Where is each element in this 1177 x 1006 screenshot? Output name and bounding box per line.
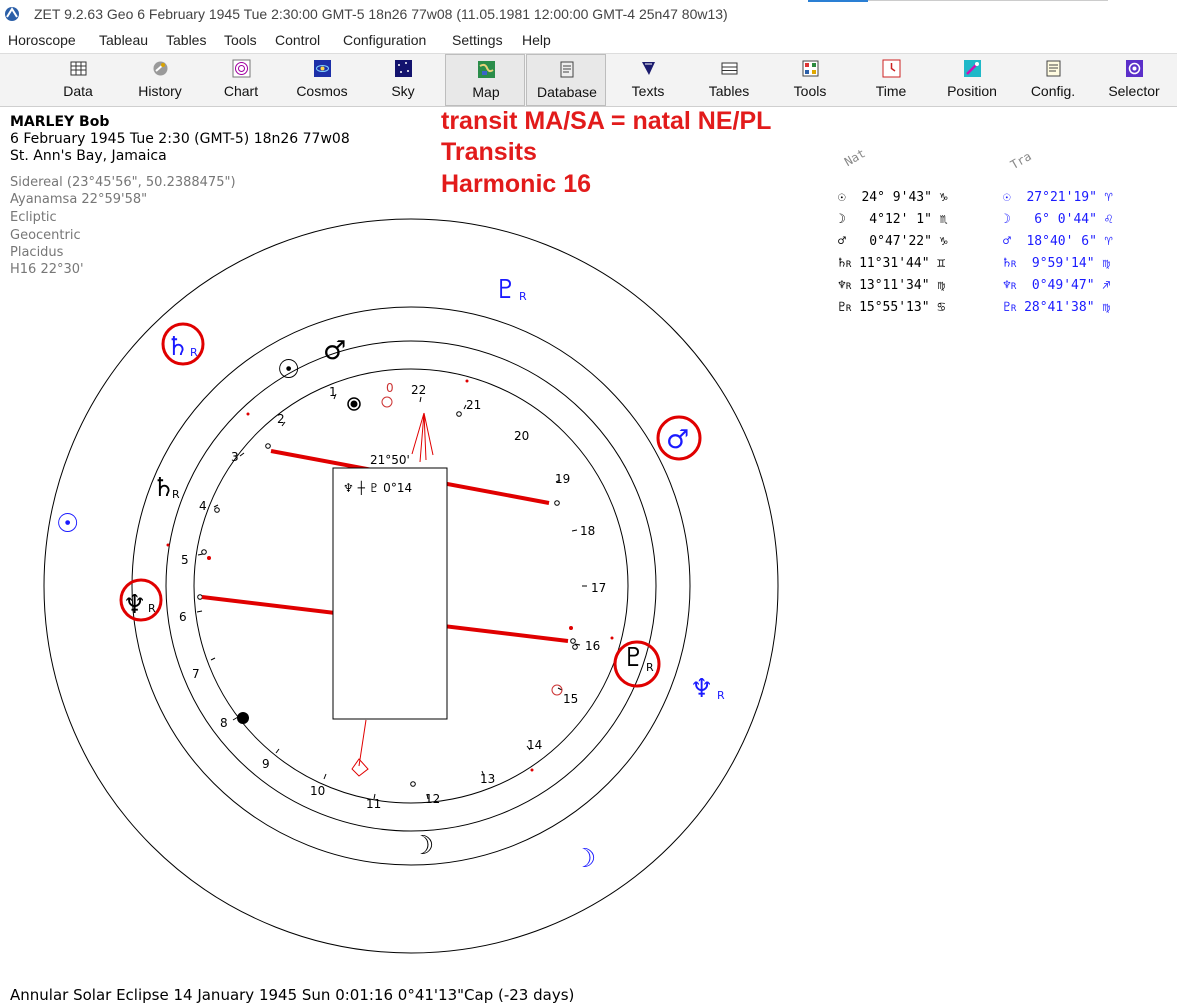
status-eclipse-line: Annular Solar Eclipse 14 January 1945 Su… [10,986,575,1004]
natal-pluto-icon: ♇ [622,643,645,673]
dial-number: 18 [580,524,595,538]
transit-neptune-icon: ♆ [690,674,713,704]
retrograde-mark: R [519,290,527,303]
transit-retrograde-marks: R R R [190,290,725,702]
dial-number: 2 [277,412,285,426]
dial-number: 22 [411,383,426,397]
dial-number: 19 [555,472,570,486]
natal-moon-icon: ☽ [411,831,434,861]
aries-point-marker [381,396,393,408]
midpoint-box [332,467,448,720]
midpoint-box-text: ♆ ┼ ♇ 0°14 [343,480,412,495]
midpoint-degree-label: 21°50' [370,453,410,467]
dial-number: 12 [425,792,440,806]
dial-number: 1 [329,385,337,399]
retrograde-mark: R [172,488,180,501]
transit-pluto-icon: ♇ [494,275,517,305]
dial-number: 3 [231,450,239,464]
dial-number: 21 [466,398,481,412]
dial-number: 20 [514,429,529,443]
natal-sun-icon: ☉ [277,355,300,385]
dial-number: 11 [366,797,381,811]
retrograde-mark: R [646,661,654,674]
natal-mars-icon: ♂ [323,336,346,366]
dial-number: 13 [480,772,495,786]
dial-number: 10 [310,784,325,798]
midpoint-arrow-top [411,412,434,463]
midheaven-marker [551,684,563,696]
dial-number: 8 [220,716,228,730]
dial-number: 14 [527,738,542,752]
harmonic-wheel[interactable]: 0 1 2 3 4 5 6 7 8 9 10 11 12 13 14 15 16… [0,0,1177,1006]
dial-number: 4 [199,499,207,513]
transit-sun-icon: ☉ [56,509,79,539]
dial-number: 16 [585,639,600,653]
natal-sun-marker-dot [350,400,358,408]
midpoint-arrow-bottom [351,719,369,777]
retrograde-mark: R [717,689,725,702]
dial-number: 5 [181,553,189,567]
dial-number: 9 [262,757,270,771]
dial-number: 0 [386,381,394,395]
dial-number: 6 [179,610,187,624]
transit-moon-icon: ☽ [573,844,596,874]
dial-number: 7 [192,667,200,681]
dial-number: 17 [591,581,606,595]
transit-mars-icon: ♂ [666,425,689,455]
dial-number: 15 [563,692,578,706]
natal-moon-marker [237,712,249,724]
